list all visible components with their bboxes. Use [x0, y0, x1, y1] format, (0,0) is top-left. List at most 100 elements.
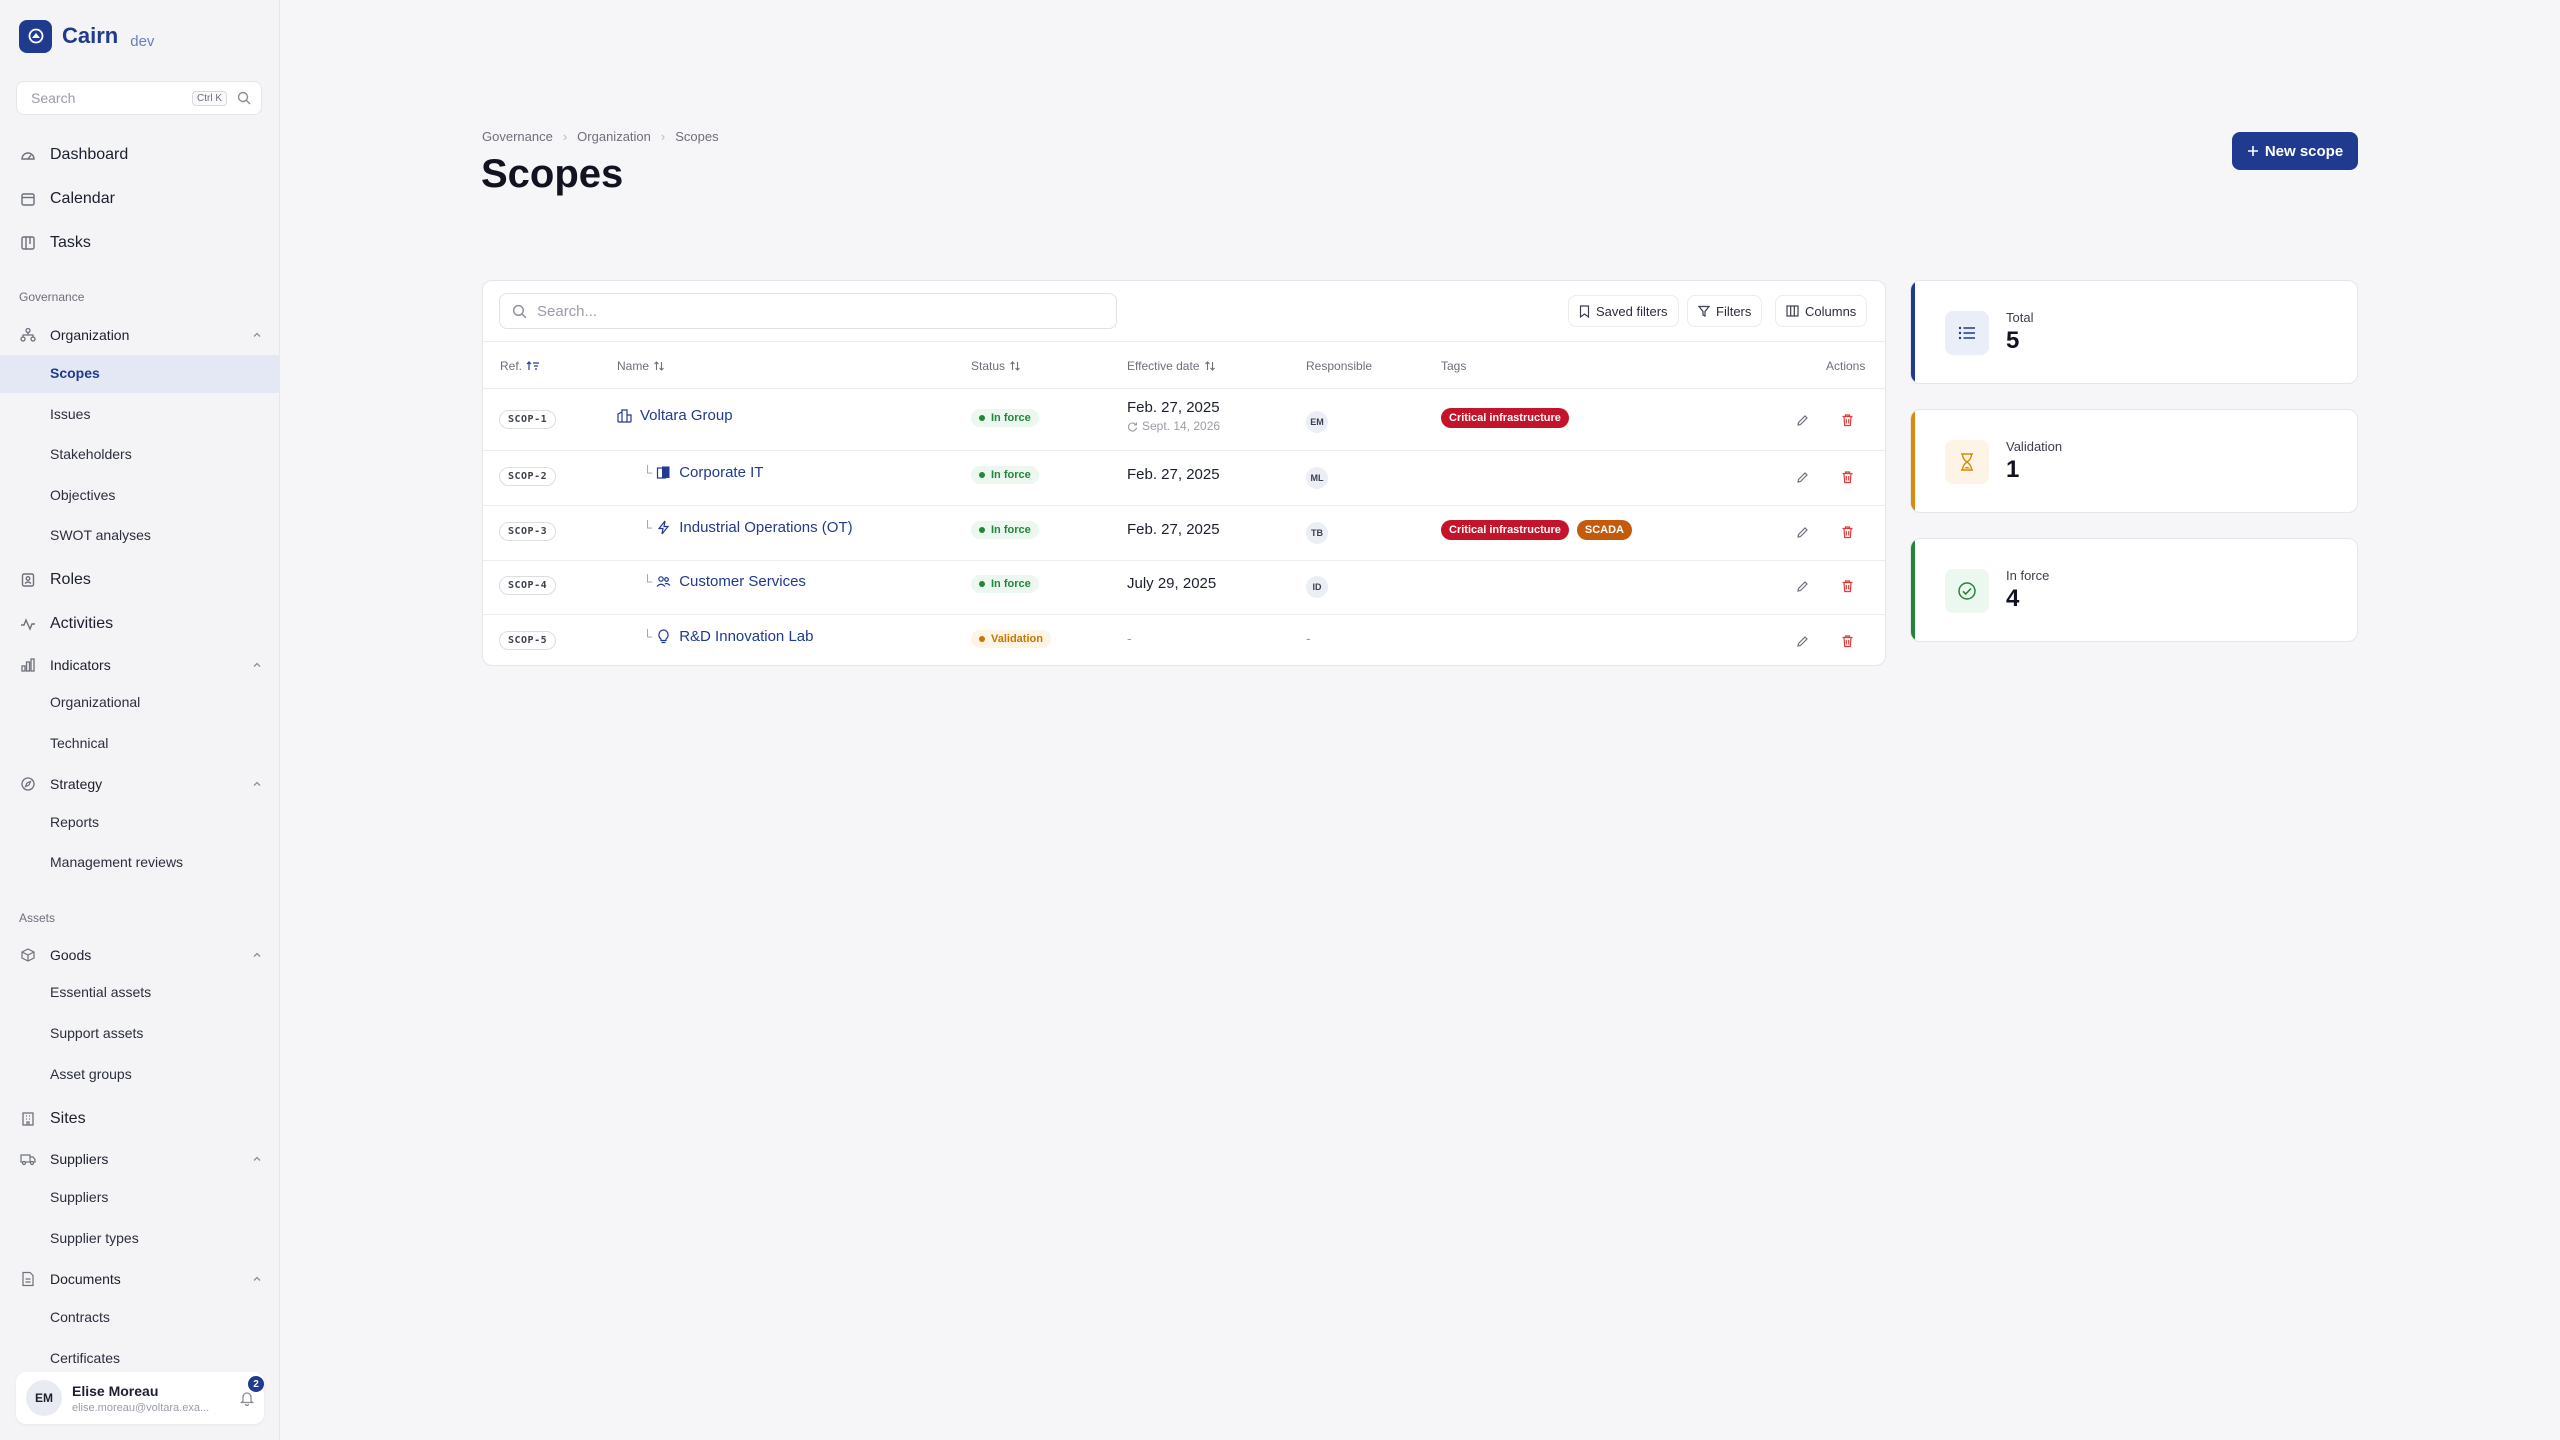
sidebar-group-suppliers[interactable]: Suppliers — [20, 1149, 262, 1169]
sort-icon — [1204, 360, 1216, 372]
column-header-effective-date[interactable]: Effective date — [1127, 359, 1216, 373]
sidebar-item-stakeholders[interactable]: Stakeholders — [50, 446, 132, 466]
filters-button[interactable]: Filters — [1687, 295, 1763, 327]
sidebar-item-reports[interactable]: Reports — [50, 814, 99, 834]
sidebar-item-contracts[interactable]: Contracts — [50, 1309, 110, 1329]
scope-name-link[interactable]: Industrial Operations (OT) — [656, 519, 853, 536]
tree-branch-icon: └ — [643, 465, 653, 480]
sidebar-item-supplier-types[interactable]: Supplier types — [50, 1230, 139, 1250]
scope-name-link[interactable]: Customer Services — [656, 573, 806, 590]
stat-label: Validation — [2006, 439, 2063, 454]
filter-icon — [1698, 305, 1710, 317]
saved-filters-button[interactable]: Saved filters — [1568, 295, 1679, 327]
edit-button[interactable] — [1796, 635, 1809, 648]
delete-button[interactable] — [1841, 634, 1854, 648]
stat-card-in-force[interactable]: In force 4 — [1910, 538, 2358, 642]
responsible-empty: - — [1306, 630, 1311, 646]
sidebar-item-suppliers[interactable]: Suppliers — [50, 1189, 108, 1209]
sidebar-item-organizational[interactable]: Organizational — [50, 694, 140, 714]
stat-card-total[interactable]: Total 5 — [1910, 280, 2358, 384]
sidebar-item-certificates[interactable]: Certificates — [50, 1350, 120, 1370]
column-header-status[interactable]: Status — [971, 359, 1021, 373]
sidebar-item-roles[interactable]: Roles — [20, 568, 270, 592]
sidebar-item-calendar[interactable]: Calendar — [20, 187, 270, 211]
sidebar: Cairn dev Search Ctrl K Dashboard Calend… — [0, 0, 280, 1440]
notifications-button[interactable]: 2 — [240, 1376, 264, 1406]
sort-icon — [1009, 360, 1021, 372]
edit-button[interactable] — [1796, 526, 1809, 539]
delete-button[interactable] — [1841, 470, 1854, 484]
sidebar-group-organization[interactable]: Organization — [20, 325, 262, 345]
effective-date: July 29, 2025 — [1127, 575, 1217, 592]
status-badge: In force — [971, 521, 1039, 539]
brand[interactable]: Cairn dev — [19, 19, 154, 53]
stat-label: In force — [2006, 568, 2050, 583]
hourglass-icon — [1945, 440, 1989, 484]
status-label: In force — [991, 578, 1031, 590]
organization-icon — [20, 327, 36, 343]
sidebar-item-scopes[interactable]: Scopes — [50, 365, 100, 385]
user-name: Elise Moreau — [72, 1382, 159, 1399]
section-assets: Assets — [19, 911, 56, 925]
scope-name-link[interactable]: Corporate IT — [656, 464, 763, 481]
sidebar-group-indicators[interactable]: Indicators — [20, 655, 262, 675]
sidebar-item-support-assets[interactable]: Support assets — [50, 1025, 143, 1045]
columns-button[interactable]: Columns — [1775, 295, 1868, 327]
columns-label: Columns — [1805, 303, 1857, 319]
sidebar-group-documents[interactable]: Documents — [20, 1269, 262, 1289]
edit-button[interactable] — [1796, 471, 1809, 484]
sidebar-item-objectives[interactable]: Objectives — [50, 487, 115, 507]
pencil-icon — [1796, 580, 1809, 593]
sidebar-item-management-reviews[interactable]: Management reviews — [50, 854, 183, 874]
sidebar-item-asset-groups[interactable]: Asset groups — [50, 1066, 132, 1086]
pencil-icon — [1796, 471, 1809, 484]
sidebar-item-sites[interactable]: Sites — [20, 1107, 270, 1131]
user-profile-card[interactable]: EM Elise Moreau elise.moreau@voltara.exa… — [16, 1372, 264, 1424]
table-search-input[interactable]: Search... — [499, 293, 1117, 329]
scope-name: Industrial Operations (OT) — [679, 519, 853, 536]
sidebar-search-input[interactable]: Search Ctrl K — [16, 81, 262, 115]
scope-name-link[interactable]: R&D Innovation Lab — [656, 628, 813, 645]
row-divider — [483, 388, 1885, 389]
columns-icon — [1786, 305, 1799, 317]
compass-icon — [20, 776, 36, 792]
header-label: Effective date — [1127, 359, 1200, 373]
stat-accent-bar — [1911, 410, 1915, 512]
table-row-scop-2: SCOP-2 — [499, 467, 557, 486]
sidebar-item-essential-assets[interactable]: Essential assets — [50, 984, 151, 1004]
sidebar-item-dashboard[interactable]: Dashboard — [20, 143, 270, 167]
delete-button[interactable] — [1841, 525, 1854, 539]
breadcrumb-organization[interactable]: Organization — [577, 129, 651, 144]
stat-accent-bar — [1911, 539, 1915, 641]
sidebar-item-issues[interactable]: Issues — [50, 406, 90, 426]
sidebar-item-label: Sites — [50, 1110, 86, 1127]
edit-button[interactable] — [1796, 580, 1809, 593]
scope-name-link[interactable]: Voltara Group — [617, 407, 733, 424]
sidebar-item-tasks[interactable]: Tasks — [20, 231, 270, 255]
column-header-ref[interactable]: Ref. — [500, 359, 540, 373]
sidebar-group-goods[interactable]: Goods — [20, 945, 262, 965]
sidebar-item-label: Roles — [50, 571, 91, 588]
column-header-name[interactable]: Name — [617, 359, 665, 373]
new-scope-button[interactable]: New scope — [2232, 132, 2358, 170]
activity-icon — [20, 616, 36, 632]
search-icon — [237, 91, 251, 105]
delete-button[interactable] — [1841, 579, 1854, 593]
sidebar-item-swot[interactable]: SWOT analyses — [50, 527, 151, 547]
sidebar-search-placeholder: Search — [31, 90, 76, 106]
sidebar-item-label: Activities — [50, 615, 114, 632]
sidebar-item-technical[interactable]: Technical — [50, 735, 108, 755]
scopes-table: Search... Saved filters Filters Columns … — [482, 280, 1886, 666]
tag-critical-infrastructure: Critical infrastructure — [1441, 408, 1569, 428]
sidebar-item-activities[interactable]: Activities — [20, 612, 270, 636]
sidebar-group-strategy[interactable]: Strategy — [20, 774, 262, 794]
lightning-icon — [656, 520, 671, 535]
trash-icon — [1841, 413, 1854, 427]
edit-button[interactable] — [1796, 414, 1809, 427]
refresh-icon — [1127, 421, 1138, 432]
breadcrumb-governance[interactable]: Governance — [482, 129, 553, 144]
header-label: Status — [971, 359, 1006, 373]
stat-card-validation[interactable]: Validation 1 — [1910, 409, 2358, 513]
table-row-scop-1: SCOP-1 — [499, 410, 557, 429]
delete-button[interactable] — [1841, 413, 1854, 427]
